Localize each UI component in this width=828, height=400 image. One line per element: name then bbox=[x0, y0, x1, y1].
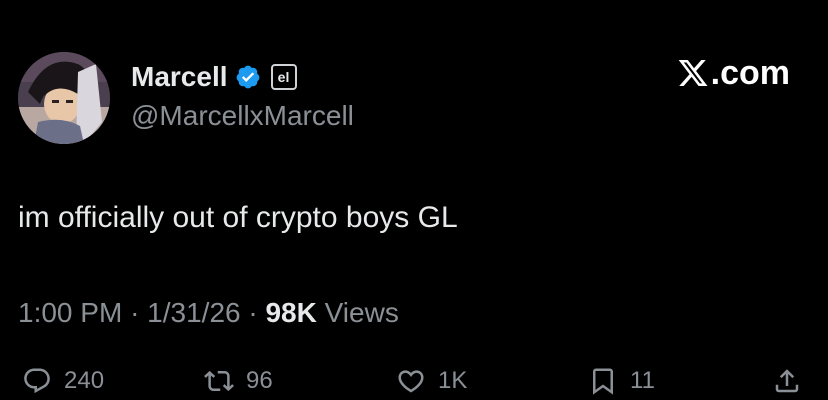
user-handle[interactable]: @MarcellxMarcell bbox=[131, 100, 354, 132]
tweet-text: im officially out of crypto boys GL bbox=[18, 201, 458, 234]
views-label: Views bbox=[324, 297, 399, 328]
affiliate-badge[interactable]: el bbox=[270, 64, 297, 90]
bookmark-icon bbox=[593, 368, 613, 395]
avatar[interactable] bbox=[18, 52, 110, 144]
display-name[interactable]: Marcell bbox=[131, 63, 228, 91]
bookmark-count: 11 bbox=[630, 367, 655, 394]
heart-icon bbox=[398, 370, 424, 393]
meta-separator: · bbox=[248, 297, 266, 328]
meta-separator: · bbox=[130, 297, 148, 328]
views-count: 98K bbox=[265, 297, 317, 328]
tweet-meta: 1:00 PM · 1/31/26 · 98K Views bbox=[18, 297, 399, 329]
repost-button[interactable]: 96 bbox=[204, 366, 273, 396]
tweet-date[interactable]: 1/31/26 bbox=[147, 297, 240, 328]
tweet-time[interactable]: 1:00 PM bbox=[18, 297, 122, 328]
reply-icon bbox=[24, 368, 50, 394]
x-logo-icon bbox=[678, 60, 708, 86]
reply-count: 240 bbox=[64, 367, 105, 394]
bookmark-button[interactable]: 11 bbox=[588, 366, 655, 396]
source-label: .com bbox=[677, 56, 790, 90]
repost-count: 96 bbox=[246, 367, 273, 394]
action-bar: 240 96 1K 11 bbox=[0, 366, 828, 400]
like-button[interactable]: 1K bbox=[396, 366, 467, 396]
share-button[interactable] bbox=[772, 366, 802, 396]
source-domain-text: .com bbox=[710, 54, 790, 92]
author-name-row: Marcell el bbox=[131, 58, 297, 96]
like-count: 1K bbox=[438, 367, 468, 394]
repost-icon bbox=[204, 370, 234, 392]
avatar-image bbox=[18, 52, 110, 144]
verified-badge-icon bbox=[235, 64, 261, 90]
share-icon bbox=[775, 369, 799, 393]
reply-button[interactable]: 240 bbox=[22, 366, 104, 396]
